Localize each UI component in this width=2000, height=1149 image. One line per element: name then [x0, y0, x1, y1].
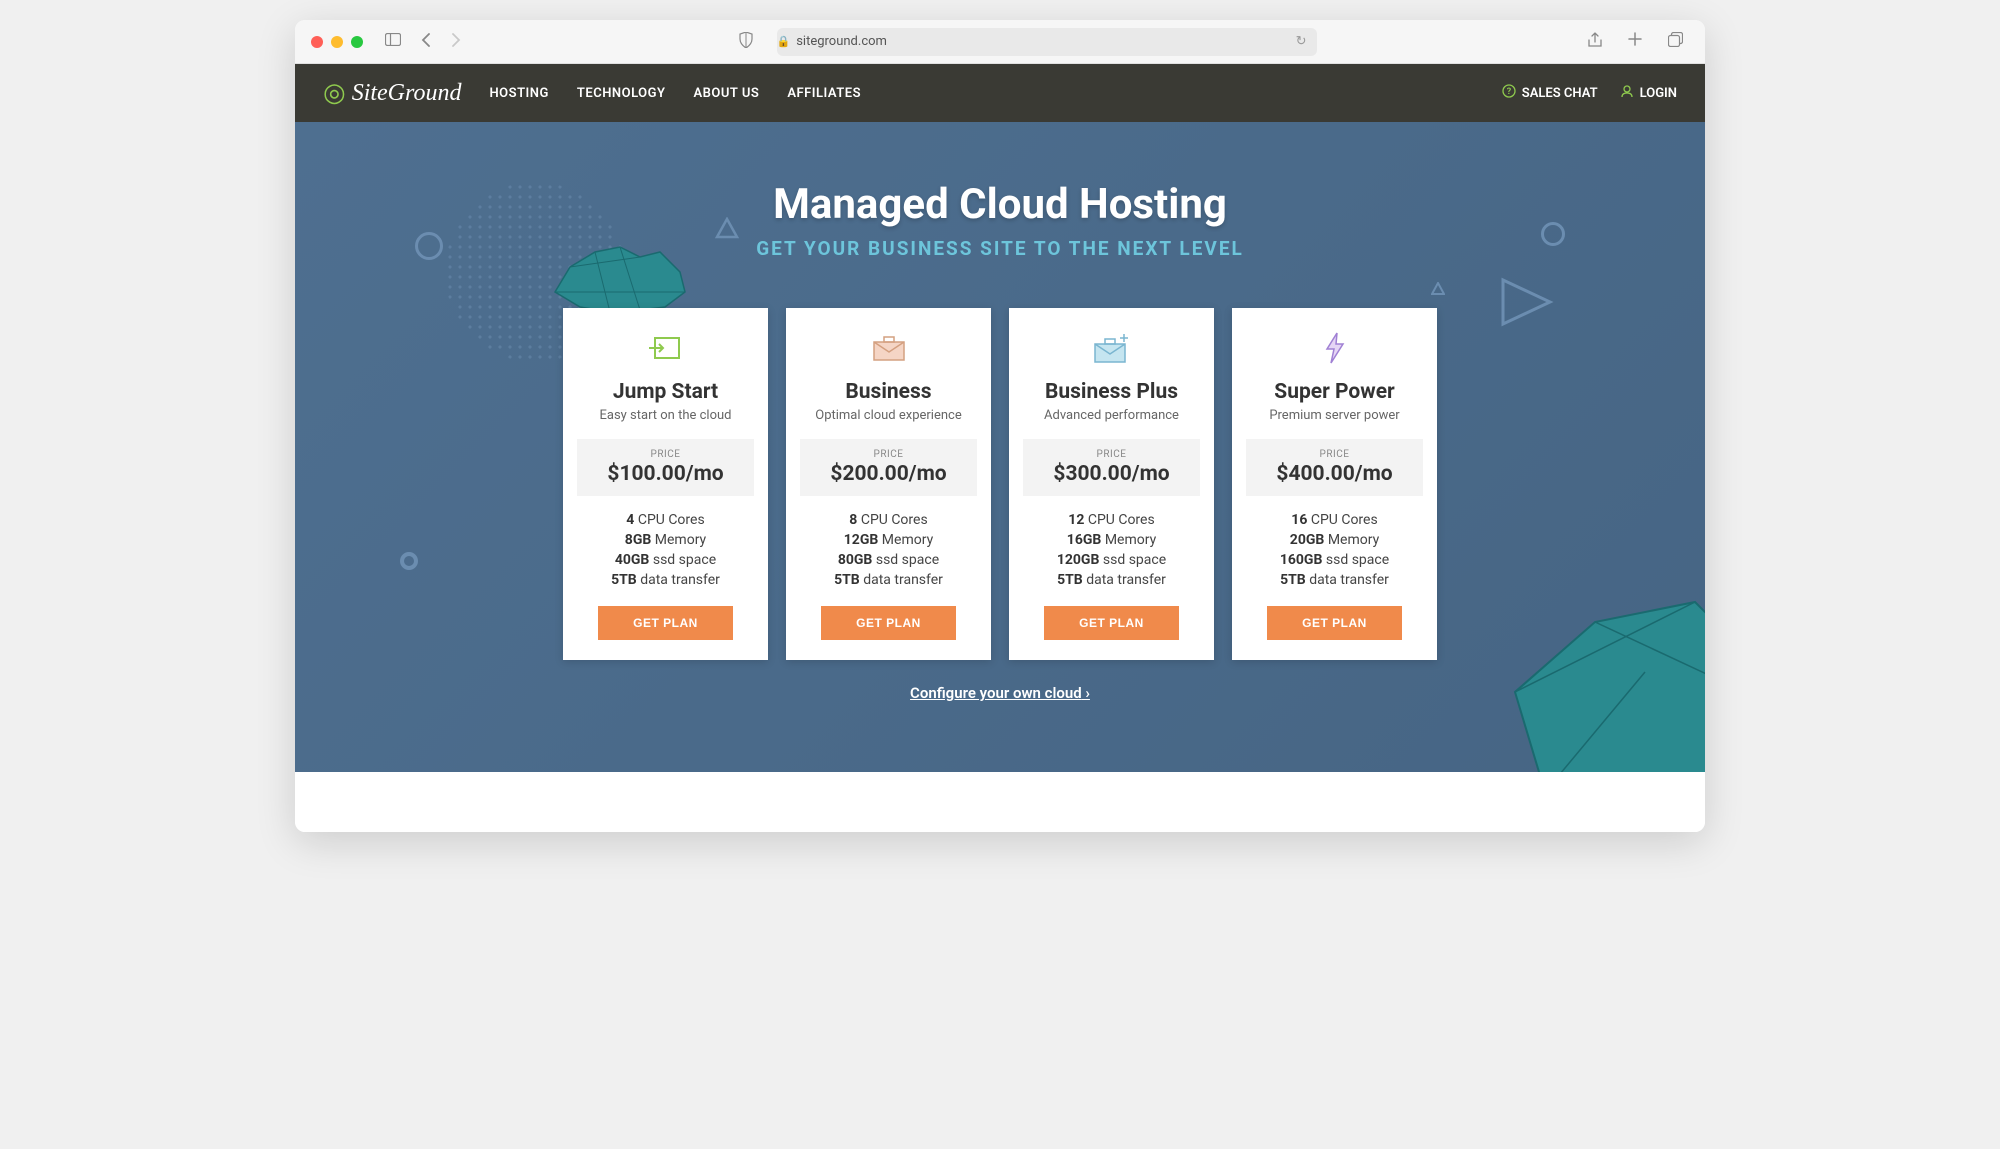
back-button[interactable]: [415, 29, 437, 55]
window-controls: [311, 36, 363, 48]
logo-swirl-icon: ◎: [323, 78, 346, 108]
configure-cloud-link[interactable]: Configure your own cloud: [295, 684, 1705, 702]
spec-ssd: 80GB ssd space: [838, 552, 939, 568]
plan-name: Business Plus: [1045, 380, 1178, 404]
site-logo[interactable]: ◎ SiteGround: [323, 78, 461, 108]
below-hero-whitespace: [295, 772, 1705, 832]
browser-chrome: 🔒 siteground.com ↻: [295, 20, 1705, 64]
get-plan-button[interactable]: GET PLAN: [1267, 606, 1402, 640]
plan-name: Super Power: [1274, 380, 1394, 404]
plan-card: Jump Start Easy start on the cloud PRICE…: [563, 308, 768, 660]
forward-button[interactable]: [445, 29, 467, 55]
plan-tagline: Premium server power: [1269, 408, 1399, 423]
sales-chat-link[interactable]: ? SALES CHAT: [1502, 84, 1598, 102]
spec-cpu: 8 CPU Cores: [849, 512, 927, 528]
spec-ssd: 40GB ssd space: [615, 552, 716, 568]
shield-icon[interactable]: [733, 28, 759, 56]
browser-window: 🔒 siteground.com ↻ ◎ SiteGround: [295, 20, 1705, 832]
get-plan-button[interactable]: GET PLAN: [821, 606, 956, 640]
nav-links: HOSTING TECHNOLOGY ABOUT US AFFILIATES: [489, 86, 861, 101]
new-tab-icon[interactable]: [1622, 28, 1648, 56]
svg-text:?: ?: [1507, 87, 1512, 97]
maximize-window-button[interactable]: [351, 36, 363, 48]
login-label: LOGIN: [1640, 86, 1677, 101]
spec-cpu: 4 CPU Cores: [626, 512, 704, 528]
hero-section: Managed Cloud Hosting GET YOUR BUSINESS …: [295, 122, 1705, 772]
address-bar[interactable]: 🔒 siteground.com ↻: [777, 28, 1317, 56]
price-value: $200.00/mo: [800, 462, 977, 486]
plan-tagline: Optimal cloud experience: [815, 408, 962, 423]
get-plan-button[interactable]: GET PLAN: [598, 606, 733, 640]
hero-title: Managed Cloud Hosting: [295, 180, 1705, 229]
arrow-box-icon: [649, 330, 683, 366]
spec-memory: 20GB Memory: [1290, 532, 1379, 548]
plan-name: Jump Start: [613, 380, 718, 404]
pricing-plans: Jump Start Easy start on the cloud PRICE…: [295, 308, 1705, 660]
user-icon: [1620, 84, 1634, 102]
spec-memory: 8GB Memory: [625, 532, 706, 548]
price-value: $100.00/mo: [577, 462, 754, 486]
briefcase-icon: [871, 330, 907, 366]
get-plan-button[interactable]: GET PLAN: [1044, 606, 1179, 640]
plan-card: Business Plus Advanced performance PRICE…: [1009, 308, 1214, 660]
price-label: PRICE: [1246, 449, 1423, 460]
spec-transfer: 5TB data transfer: [834, 572, 943, 588]
tabs-icon[interactable]: [1662, 28, 1689, 56]
spec-memory: 16GB Memory: [1067, 532, 1156, 548]
nav-link-affiliates[interactable]: AFFILIATES: [787, 86, 861, 101]
plan-name: Business: [845, 380, 931, 404]
price-label: PRICE: [1023, 449, 1200, 460]
plan-specs: 8 CPU Cores 12GB Memory 80GB ssd space 5…: [834, 512, 943, 588]
close-window-button[interactable]: [311, 36, 323, 48]
price-box: PRICE $400.00/mo: [1246, 439, 1423, 496]
refresh-icon[interactable]: ↻: [1296, 34, 1317, 49]
price-box: PRICE $200.00/mo: [800, 439, 977, 496]
url-text: siteground.com: [796, 34, 887, 49]
plan-specs: 16 CPU Cores 20GB Memory 160GB ssd space…: [1280, 512, 1389, 588]
share-icon[interactable]: [1582, 28, 1608, 56]
spec-memory: 12GB Memory: [844, 532, 933, 548]
lock-icon: 🔒: [777, 35, 791, 48]
site-navbar: ◎ SiteGround HOSTING TECHNOLOGY ABOUT US…: [295, 64, 1705, 122]
plan-specs: 12 CPU Cores 16GB Memory 120GB ssd space…: [1057, 512, 1166, 588]
price-value: $300.00/mo: [1023, 462, 1200, 486]
login-link[interactable]: LOGIN: [1620, 84, 1677, 102]
price-label: PRICE: [800, 449, 977, 460]
sales-chat-label: SALES CHAT: [1522, 86, 1598, 101]
briefcase-plus-icon: [1092, 330, 1132, 366]
page-content: ◎ SiteGround HOSTING TECHNOLOGY ABOUT US…: [295, 64, 1705, 832]
lightning-icon: [1321, 330, 1349, 366]
price-label: PRICE: [577, 449, 754, 460]
hero-subtitle: GET YOUR BUSINESS SITE TO THE NEXT LEVEL: [295, 237, 1705, 260]
chat-icon: ?: [1502, 84, 1516, 102]
price-box: PRICE $100.00/mo: [577, 439, 754, 496]
nav-link-about[interactable]: ABOUT US: [694, 86, 760, 101]
nav-link-technology[interactable]: TECHNOLOGY: [577, 86, 666, 101]
price-value: $400.00/mo: [1246, 462, 1423, 486]
spec-transfer: 5TB data transfer: [1280, 572, 1389, 588]
spec-transfer: 5TB data transfer: [611, 572, 720, 588]
sidebar-toggle-icon[interactable]: [379, 29, 407, 54]
plan-tagline: Advanced performance: [1044, 408, 1179, 423]
spec-ssd: 160GB ssd space: [1280, 552, 1389, 568]
plan-tagline: Easy start on the cloud: [599, 408, 731, 423]
brand-name: SiteGround: [352, 80, 462, 107]
spec-ssd: 120GB ssd space: [1057, 552, 1166, 568]
spec-transfer: 5TB data transfer: [1057, 572, 1166, 588]
spec-cpu: 12 CPU Cores: [1068, 512, 1154, 528]
minimize-window-button[interactable]: [331, 36, 343, 48]
plan-card: Business Optimal cloud experience PRICE …: [786, 308, 991, 660]
price-box: PRICE $300.00/mo: [1023, 439, 1200, 496]
plan-specs: 4 CPU Cores 8GB Memory 40GB ssd space 5T…: [611, 512, 720, 588]
plan-card: Super Power Premium server power PRICE $…: [1232, 308, 1437, 660]
spec-cpu: 16 CPU Cores: [1291, 512, 1377, 528]
nav-link-hosting[interactable]: HOSTING: [489, 86, 548, 101]
